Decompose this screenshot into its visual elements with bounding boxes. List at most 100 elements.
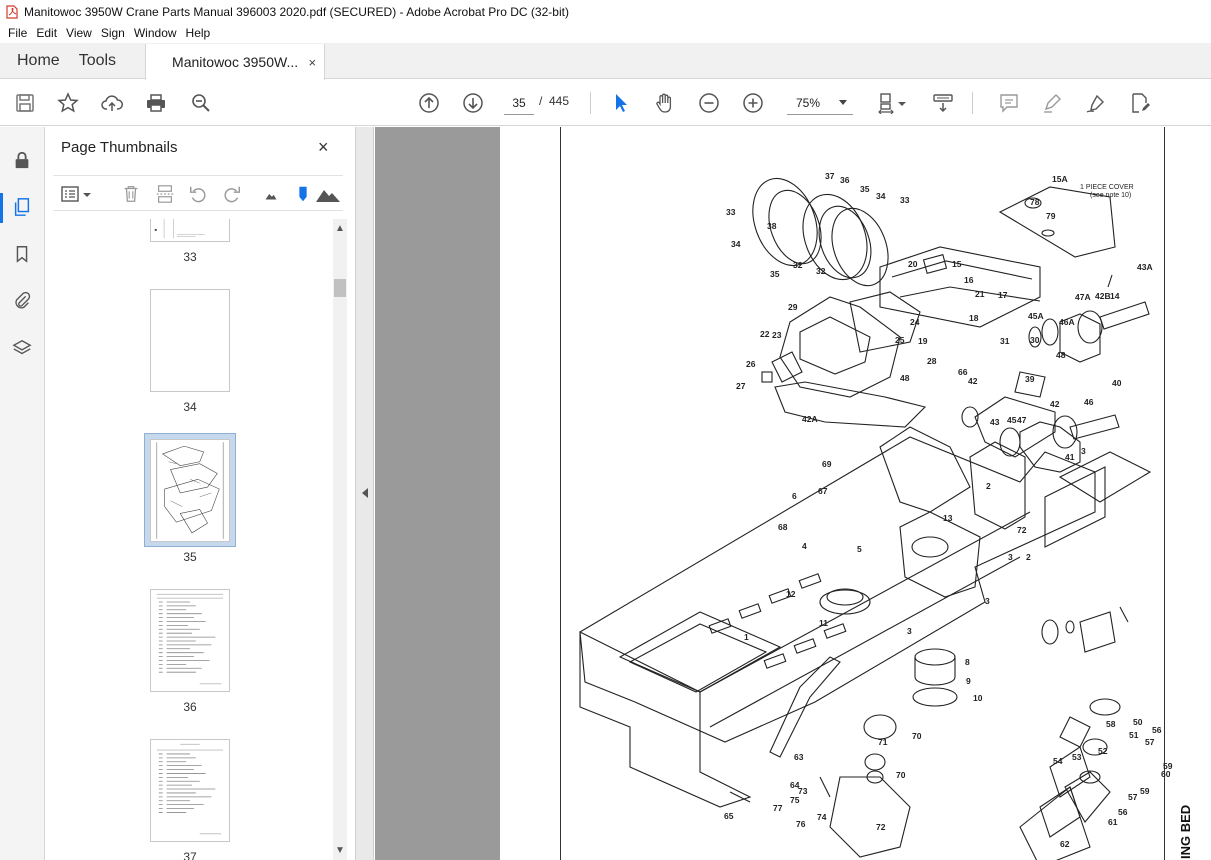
part-callout-label: 4 <box>802 541 807 551</box>
part-callout-label: 40 <box>1112 378 1122 388</box>
menu-file[interactable]: File <box>4 26 31 40</box>
thumbnail-size-slider-handle[interactable] <box>292 183 314 205</box>
thumbnail-size-small-icon[interactable] <box>260 183 282 205</box>
thumbnail-page-36[interactable] <box>150 589 230 692</box>
part-callout-label: 47 <box>1017 415 1027 425</box>
page-preview <box>156 442 224 539</box>
thumbnail-size-large-icon[interactable] <box>315 183 341 205</box>
thumbnail-page-37[interactable] <box>150 739 230 842</box>
part-callout-label: 35 <box>770 269 780 279</box>
zoom-search-icon[interactable] <box>189 91 213 115</box>
thumbnail-toolbar <box>53 175 343 211</box>
hand-pan-icon[interactable] <box>653 91 677 115</box>
menu-window[interactable]: Window <box>130 26 181 40</box>
part-callout-label: 52 <box>1098 746 1108 756</box>
next-page-icon[interactable] <box>461 91 485 115</box>
part-callout-label: 69 <box>822 459 832 469</box>
part-callout-label: 2 <box>986 481 991 491</box>
part-callout-label: 38 <box>767 221 777 231</box>
collapse-left-arrow-icon[interactable] <box>362 488 368 498</box>
tab-close-button[interactable]: × <box>308 55 316 70</box>
part-callout-label: 71 <box>878 737 888 747</box>
current-page-input[interactable]: 35 <box>504 91 534 115</box>
part-callout-label: 56 <box>1118 807 1128 817</box>
part-callout-label: 3 <box>1081 446 1086 456</box>
page-thumbnails-panel: Page Thumbnails × 33 34 35 36 37 ▲ ▼ <box>45 127 356 860</box>
print-icon[interactable] <box>144 91 168 115</box>
attachment-paperclip-icon[interactable] <box>10 288 34 312</box>
part-callout-label: 58 <box>1106 719 1116 729</box>
part-callout-label: 36 <box>840 175 850 185</box>
part-callout-label: 42 <box>968 376 978 386</box>
scroll-up-arrow-icon[interactable]: ▲ <box>335 223 345 234</box>
tab-document[interactable]: Manitowoc 3950W... × <box>145 44 326 80</box>
scrollbar-thumb[interactable] <box>334 279 346 297</box>
part-callout-label: 47A <box>1075 292 1091 302</box>
part-callout-label: 17 <box>998 290 1008 300</box>
menu-sign[interactable]: Sign <box>97 26 129 40</box>
panel-collapse-splitter[interactable] <box>356 127 374 860</box>
sign-pen-icon[interactable] <box>1084 91 1108 115</box>
document-viewport[interactable]: 33 37 36 35 34 33 15A 78 79 34 38 35 32 32 20 15 16 21 17 1… <box>375 127 1211 860</box>
scroll-down-arrow-icon[interactable]: ▼ <box>335 845 345 856</box>
panel-close-button[interactable]: × <box>318 137 329 158</box>
part-callout-label: 59 <box>1140 786 1150 796</box>
menu-view[interactable]: View <box>62 26 96 40</box>
rotate-counterclockwise-icon[interactable] <box>187 183 209 205</box>
thumbnail-label-34: 34 <box>183 400 197 414</box>
menu-edit[interactable]: Edit <box>32 26 61 40</box>
part-callout-label: 13 <box>943 513 953 523</box>
scroll-mode-icon[interactable] <box>931 91 955 115</box>
toolbar-divider <box>590 92 591 114</box>
page-separator: / <box>539 94 543 108</box>
save-icon[interactable] <box>13 91 37 115</box>
part-callout-label: 48 <box>1056 350 1066 360</box>
thumbnail-options-menu-icon[interactable] <box>59 183 93 205</box>
upload-cloud-icon[interactable] <box>100 91 124 115</box>
part-callout-label: 29 <box>788 302 798 312</box>
main-toolbar: 35 / 445 75% <box>0 80 1211 126</box>
part-callout-label: 65 <box>724 811 734 821</box>
part-callout-label: 72 <box>876 822 886 832</box>
part-callout-label: 10 <box>973 693 983 703</box>
zoom-level-select[interactable]: 75% <box>787 91 853 115</box>
tab-home[interactable]: Home <box>0 43 77 78</box>
part-callout-label: 39 <box>1025 374 1035 384</box>
highlight-pen-icon[interactable] <box>1040 91 1064 115</box>
tab-tools[interactable]: Tools <box>77 43 133 78</box>
part-callout-label: 27 <box>736 381 746 391</box>
menu-help[interactable]: Help <box>182 26 215 40</box>
part-callout-label: 63 <box>794 752 804 762</box>
zoom-out-icon[interactable] <box>697 91 721 115</box>
thumbnail-scrollbar[interactable]: ▲ ▼ <box>333 219 347 860</box>
edit-document-icon[interactable] <box>1128 91 1152 115</box>
bookmark-star-icon[interactable] <box>56 91 80 115</box>
bookmark-icon[interactable] <box>10 242 34 266</box>
thumbnail-page-34[interactable] <box>150 289 230 392</box>
part-callout-label: 12 <box>786 589 796 599</box>
part-callout-label: 77 <box>773 803 783 813</box>
select-cursor-icon[interactable] <box>609 91 633 115</box>
rotate-clockwise-icon[interactable] <box>221 183 243 205</box>
comment-icon[interactable] <box>997 91 1021 115</box>
toolbar-divider <box>972 92 973 114</box>
previous-page-icon[interactable] <box>417 91 441 115</box>
part-callout-label: 48 <box>900 373 910 383</box>
lock-icon[interactable] <box>10 148 34 172</box>
thumbnail-page-33[interactable] <box>150 219 230 242</box>
part-callout-label: 20 <box>908 259 918 269</box>
part-callout-label: 30 <box>1030 335 1040 345</box>
delete-page-icon[interactable] <box>120 183 142 205</box>
chevron-down-icon[interactable] <box>896 91 908 115</box>
layers-icon[interactable] <box>10 336 34 360</box>
part-callout-label: 78 <box>1030 197 1040 207</box>
page-thumbnails-icon[interactable] <box>10 195 34 219</box>
part-callout-label: 54 <box>1053 756 1063 766</box>
part-callout-label: 75 <box>790 795 800 805</box>
zoom-in-icon[interactable] <box>741 91 765 115</box>
extract-pages-icon[interactable] <box>154 183 176 205</box>
part-callout-label: 33 <box>900 195 910 205</box>
part-callout-label: 72 <box>1017 525 1027 535</box>
thumbnail-page-35[interactable] <box>150 439 230 542</box>
part-callout-label: 66 <box>958 367 968 377</box>
